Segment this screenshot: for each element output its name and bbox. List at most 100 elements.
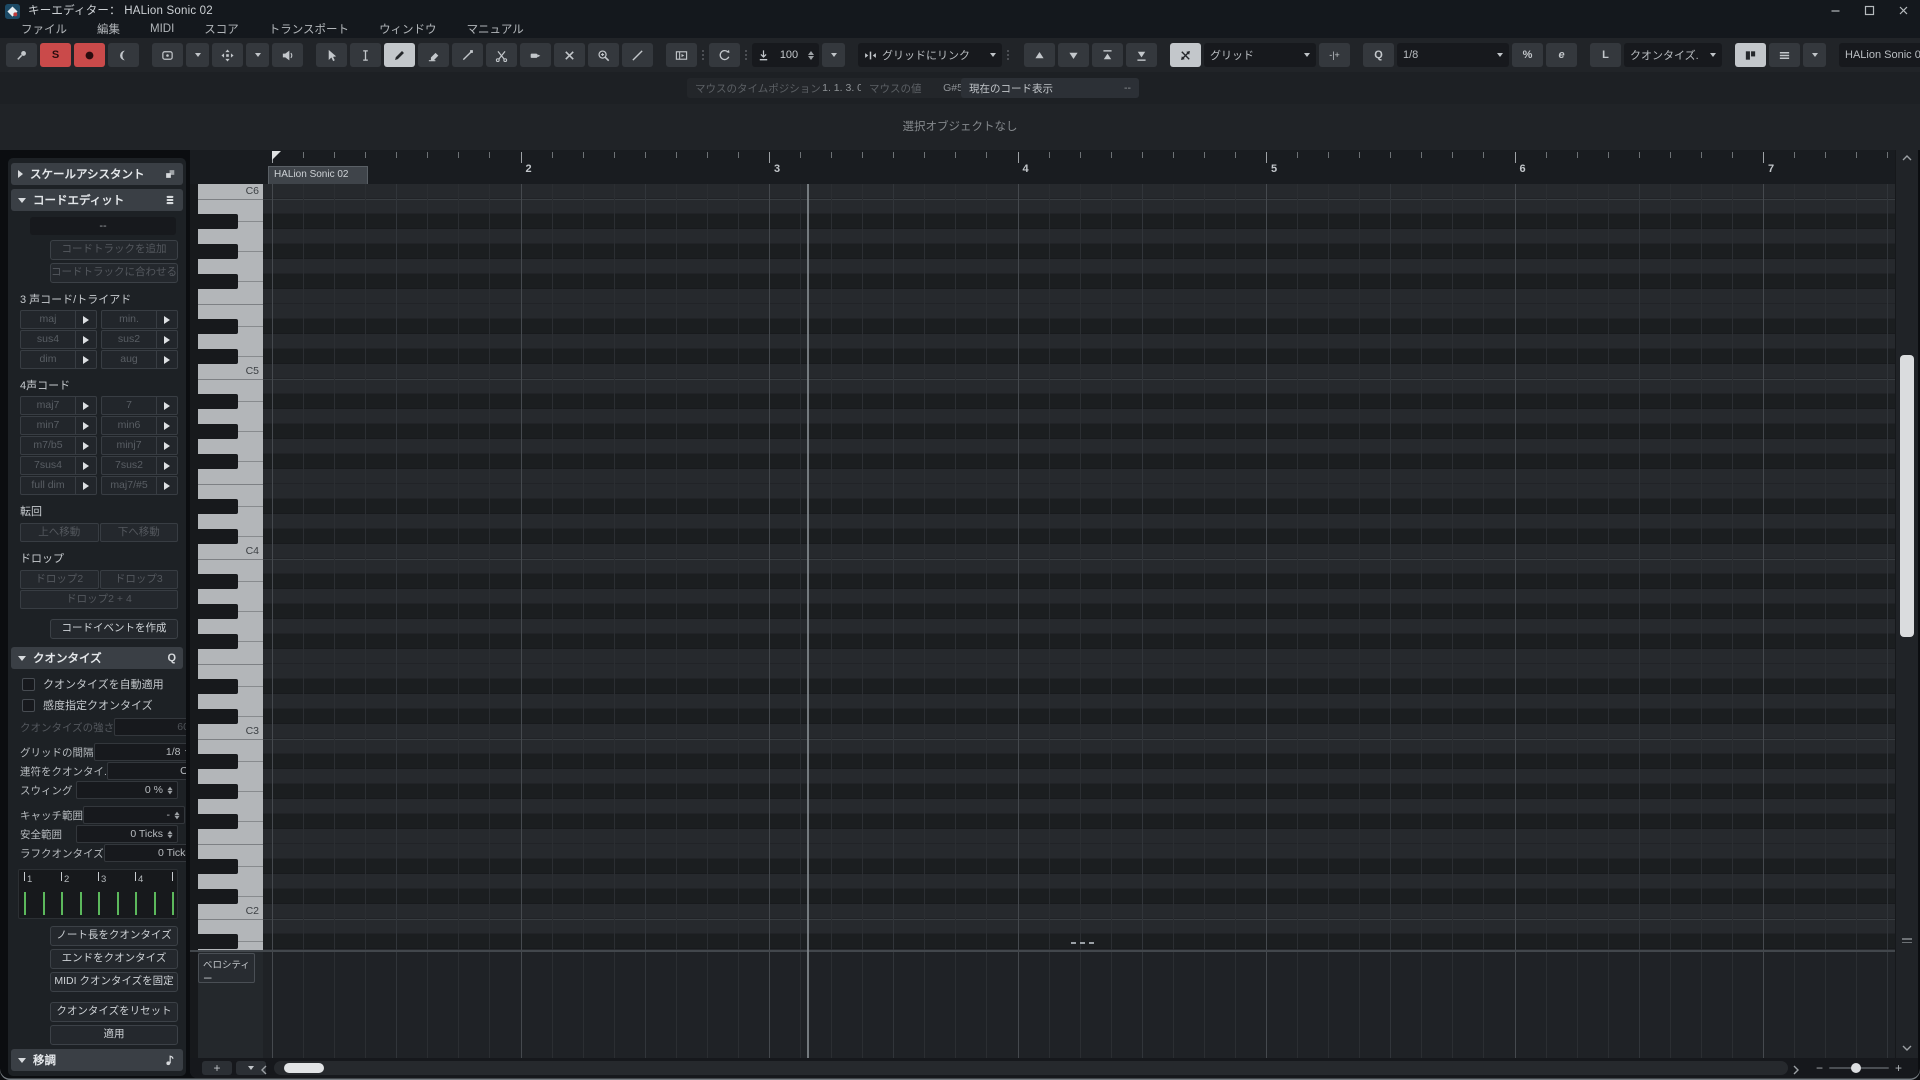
- note-expression-button[interactable]: [152, 43, 183, 67]
- black-key[interactable]: [198, 889, 238, 904]
- button--[interactable]: コードイベントを作成: [50, 619, 178, 639]
- part-options-button[interactable]: [1803, 43, 1826, 67]
- chord-type-button-maj7[interactable]: maj7: [20, 396, 97, 415]
- solo-editor-button[interactable]: S: [40, 43, 71, 67]
- chord-type-button-maj7-5[interactable]: maj7/#5: [101, 476, 178, 495]
- step-input-options-button[interactable]: [246, 43, 269, 67]
- chord-type-button-dim[interactable]: dim: [20, 350, 97, 369]
- info-field-value[interactable]: 1. 1. 3. 0: [822, 82, 863, 94]
- vertical-scroll-thumb[interactable]: [1900, 355, 1914, 637]
- play-chord-button-full-dim[interactable]: [75, 477, 96, 494]
- audition-button[interactable]: [272, 43, 303, 67]
- scroll-right-icon[interactable]: [1792, 1062, 1800, 1078]
- black-key[interactable]: [198, 424, 238, 439]
- line-tool-button[interactable]: [622, 43, 653, 67]
- horizontal-zoom-slider[interactable]: − +: [1816, 1060, 1902, 1076]
- black-key[interactable]: [198, 319, 238, 334]
- chord-type-button-min7[interactable]: min7: [20, 416, 97, 435]
- field-value--[interactable]: Off: [106, 762, 186, 780]
- vertical-scrollbar[interactable]: [1895, 150, 1918, 1058]
- chevron-down-icon[interactable]: [184, 750, 186, 754]
- field-value--[interactable]: 60 %: [114, 718, 186, 736]
- iterative-quantize-button[interactable]: %: [1512, 43, 1543, 67]
- button--[interactable]: エンドをクオンタイズ: [50, 949, 178, 969]
- note-grid[interactable]: [263, 184, 1896, 950]
- play-chord-button-maj[interactable]: [75, 311, 96, 328]
- play-chord-button-7sus4[interactable]: [75, 457, 96, 474]
- zoom-tool-button[interactable]: [588, 43, 619, 67]
- field-value--[interactable]: 0 Ticks: [103, 844, 186, 862]
- menu-item-6[interactable]: マニュアル: [452, 21, 539, 37]
- chord-type-button-m7-b5[interactable]: m7/b5: [20, 436, 97, 455]
- spinner[interactable]: [167, 786, 173, 794]
- section-header--[interactable]: スケールアシスタント: [11, 163, 183, 185]
- play-chord-button-7sus2[interactable]: [156, 457, 177, 474]
- play-chord-button-m7-b5[interactable]: [75, 437, 96, 454]
- black-key[interactable]: [198, 784, 238, 799]
- spinner[interactable]: [167, 830, 173, 838]
- button--[interactable]: ノート長をクオンタイズ: [50, 926, 178, 946]
- zoom-in-icon[interactable]: +: [1895, 1062, 1902, 1074]
- draw-tool-button[interactable]: [384, 43, 415, 67]
- checkbox--[interactable]: [22, 698, 35, 712]
- black-key[interactable]: [198, 709, 238, 724]
- horizontal-scroll-thumb[interactable]: [284, 1063, 324, 1073]
- black-key[interactable]: [198, 454, 238, 469]
- chord-type-button-sus2[interactable]: sus2: [101, 330, 178, 349]
- controller-lane-selector[interactable]: ベロシティー: [198, 953, 255, 985]
- black-key[interactable]: [198, 634, 238, 649]
- play-chord-button-maj7-5[interactable]: [156, 477, 177, 494]
- field-value--[interactable]: -: [83, 806, 185, 824]
- chord-type-button-7[interactable]: 7: [101, 396, 178, 415]
- black-key[interactable]: [198, 274, 238, 289]
- part-start-marker[interactable]: [272, 151, 281, 160]
- note-expression-options-button[interactable]: [186, 43, 209, 67]
- minimize-button[interactable]: [1818, 0, 1852, 20]
- record-in-editor-button[interactable]: [74, 43, 105, 67]
- chord-type-button-aug[interactable]: aug: [101, 350, 178, 369]
- select-tool-button[interactable]: [316, 43, 347, 67]
- acoustic-feedback-button[interactable]: [108, 43, 139, 67]
- show-note-expression-data-button[interactable]: [1735, 43, 1766, 67]
- menu-item-5[interactable]: ウィンドウ: [364, 21, 452, 37]
- play-chord-button-min6[interactable]: [156, 417, 177, 434]
- chord-type-button-min-[interactable]: min.: [101, 310, 178, 329]
- play-chord-button-aug[interactable]: [156, 351, 177, 368]
- insert-velocity-spinner[interactable]: [808, 50, 814, 60]
- black-key[interactable]: [198, 679, 238, 694]
- black-key[interactable]: [198, 499, 238, 514]
- black-key[interactable]: [198, 754, 238, 769]
- info-field-value[interactable]: --: [1124, 82, 1131, 94]
- scroll-left-icon[interactable]: [260, 1062, 268, 1078]
- close-button[interactable]: [1886, 0, 1920, 20]
- nudge-down-button[interactable]: [1058, 43, 1089, 67]
- erase-tool-button[interactable]: [418, 43, 449, 67]
- menu-item-4[interactable]: トランスポート: [254, 21, 364, 37]
- pitch-visibility-dropdown[interactable]: グリッドにリンク: [858, 43, 1002, 67]
- play-chord-button-maj7[interactable]: [75, 397, 96, 414]
- insert-velocity-options-button[interactable]: [822, 43, 845, 67]
- quantize-panel-button[interactable]: e: [1546, 43, 1577, 67]
- piano-keyboard[interactable]: C6 C5 C4 C3 C2: [198, 184, 264, 950]
- scroll-down-icon[interactable]: [1896, 1044, 1918, 1052]
- black-key[interactable]: [198, 859, 238, 874]
- move-to-bottom-button[interactable]: [1126, 43, 1157, 67]
- snap-on-off-button[interactable]: [1170, 43, 1201, 67]
- quantize-icon-button-button[interactable]: Q: [1363, 43, 1394, 67]
- add-controller-lane-button[interactable]: +: [202, 1061, 232, 1075]
- trim-tool-button[interactable]: [452, 43, 483, 67]
- grid-type-button[interactable]: -|+: [1319, 43, 1350, 67]
- maximize-button[interactable]: [1852, 0, 1886, 20]
- quantize-presets-dropdown[interactable]: 1/8: [1397, 43, 1509, 67]
- play-chord-button-min7[interactable]: [75, 417, 96, 434]
- zoom-out-icon[interactable]: −: [1816, 1062, 1823, 1074]
- zoom-knob[interactable]: [1851, 1063, 1862, 1073]
- chord-type-button-sus4[interactable]: sus4: [20, 330, 97, 349]
- insert-velocity-value[interactable]: 100: [776, 49, 802, 61]
- menu-item-3[interactable]: スコア: [189, 21, 254, 37]
- black-key[interactable]: [198, 529, 238, 544]
- active-part-dropdown[interactable]: HALion Sonic 02: [1839, 43, 1920, 67]
- button-MIDI-[interactable]: MIDI クオンタイズを固定: [50, 972, 178, 992]
- step-input-button[interactable]: [212, 43, 243, 67]
- horizontal-scrollbar[interactable]: [261, 1061, 1788, 1075]
